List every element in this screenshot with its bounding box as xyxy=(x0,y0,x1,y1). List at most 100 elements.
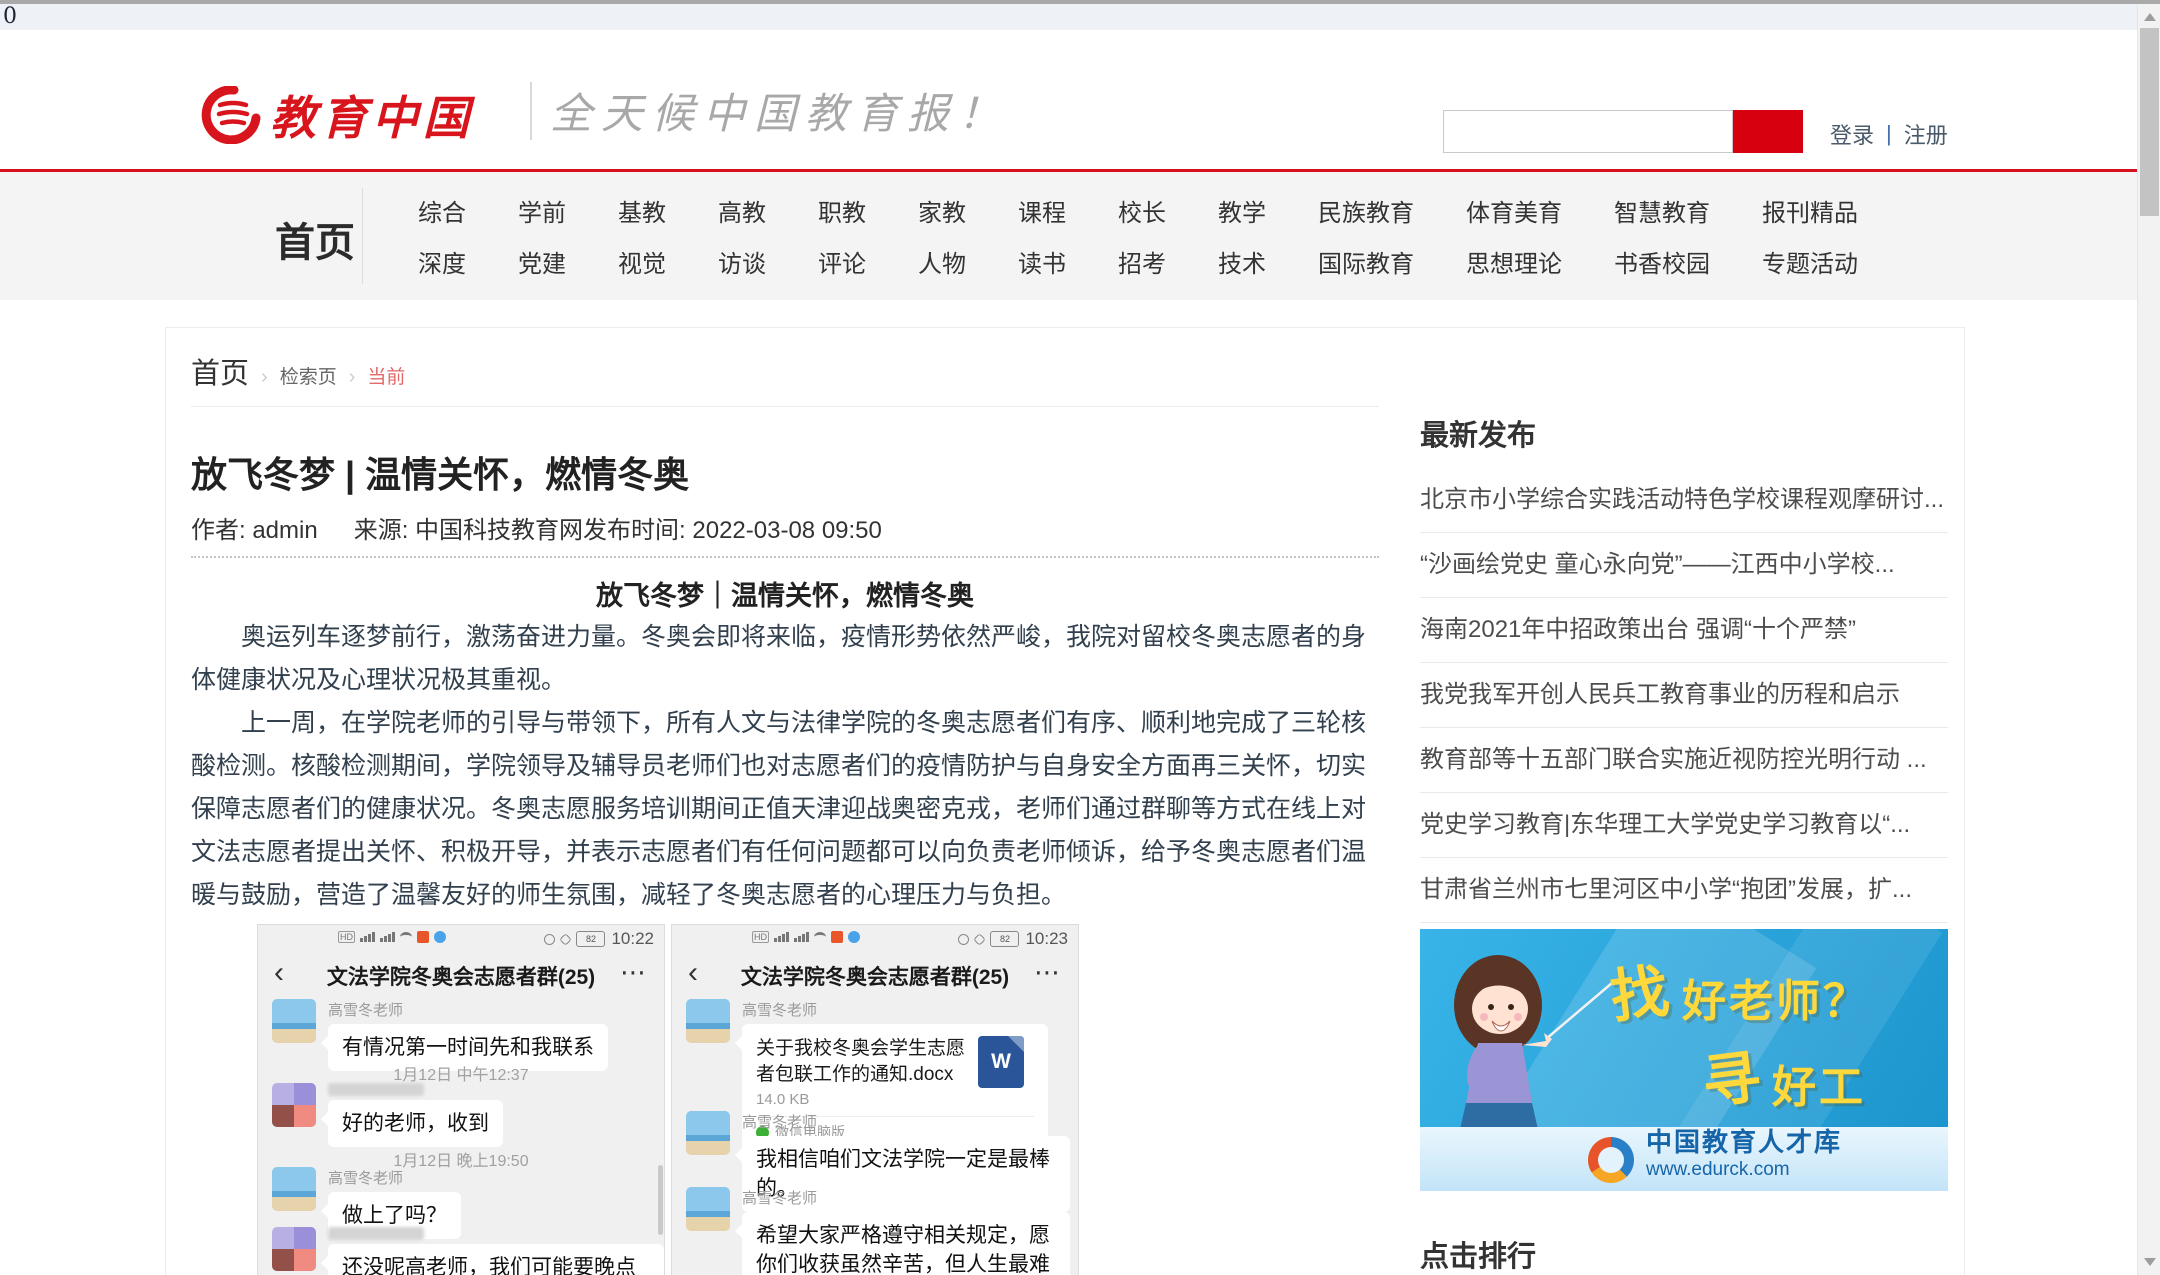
nav-col: 智慧教育书香校园 xyxy=(1588,193,1736,279)
avatar xyxy=(272,1167,316,1211)
list-item[interactable]: 教育部等十五部门联合实施近视防控光明行动 ... xyxy=(1420,728,1948,793)
scrollbar-thumb[interactable] xyxy=(2140,28,2159,216)
eye-protect-icon xyxy=(544,934,555,945)
site-logo[interactable]: 教育中国 xyxy=(198,82,474,148)
brand-name: 中国教育人才库 xyxy=(1646,1122,1842,1159)
brand-url: www.edurck.com xyxy=(1646,1159,1842,1181)
article-heading: 放飞冬梦｜温情关怀，燃情冬奥 xyxy=(191,574,1379,613)
nav-link-fangtan[interactable]: 访谈 xyxy=(718,244,766,279)
breadcrumb-search-page[interactable]: 检索页 xyxy=(280,362,337,389)
avatar xyxy=(272,1083,316,1127)
article-source: 来源: 中国科技教育网 xyxy=(354,517,583,544)
nav-divider xyxy=(362,188,363,284)
signal-bars-icon xyxy=(774,932,789,942)
site-slogan: 全天候中国教育报！ xyxy=(550,80,1009,141)
nav-link-kecheng[interactable]: 课程 xyxy=(1018,193,1066,228)
site-header: 教育中国 全天候中国教育报！ 登录 | 注册 xyxy=(0,30,2160,172)
top-strip: 0 xyxy=(0,4,2160,30)
horizontal-scrollbar[interactable] xyxy=(0,0,2160,4)
nav-link-jiaoxue[interactable]: 教学 xyxy=(1218,193,1266,228)
list-item[interactable]: 北京市小学综合实践活动特色学校课程观摩研讨... xyxy=(1420,468,1948,533)
article-paragraph: 奥运列车逐梦前行，激荡奋进力量。冬奥会即将来临，疫情形势依然严峻，我院对留校冬奥… xyxy=(191,616,1379,702)
nav-link-minzujiaoyu[interactable]: 民族教育 xyxy=(1318,193,1414,228)
nav-col: 职教评论 xyxy=(792,193,892,279)
nav-link-jiajiao[interactable]: 家教 xyxy=(918,193,966,228)
search-button[interactable] xyxy=(1733,110,1803,153)
nav-link-zhuantihuodong[interactable]: 专题活动 xyxy=(1762,244,1858,279)
scroll-down-arrow[interactable] xyxy=(2138,1249,2160,1275)
search-input[interactable] xyxy=(1443,110,1733,153)
avatar xyxy=(272,1227,316,1271)
file-name: 关于我校冬奥会学生志愿者包联工作的通知.docx xyxy=(756,1036,968,1088)
hd-indicator: HD xyxy=(338,931,355,943)
file-size: 14.0 KB xyxy=(756,1091,968,1108)
nav-link-dushu[interactable]: 读书 xyxy=(1018,244,1066,279)
app-badge-icon xyxy=(831,931,843,943)
nav-link-zhijiao[interactable]: 职教 xyxy=(818,193,866,228)
main-nav: 首页 综合深度 学前党建 基教视觉 高教访谈 职教评论 家教人物 课程读书 校长… xyxy=(0,172,2160,300)
list-item[interactable]: “沙画绘党史 童心永向党”——江西中小学校... xyxy=(1420,533,1948,598)
more-icon[interactable]: ⋯ xyxy=(620,957,648,988)
sender-name: 高雪冬老师 xyxy=(328,1167,461,1188)
list-item[interactable]: 甘肃省兰州市七里河区中小学“抱团”发展，扩... xyxy=(1420,858,1948,923)
nav-link-dangjian[interactable]: 党建 xyxy=(518,244,566,279)
nav-link-zhaokao[interactable]: 招考 xyxy=(1118,244,1166,279)
article-pubtime: 发布时间: 2022-03-08 09:50 xyxy=(583,517,882,544)
nav-link-renwu[interactable]: 人物 xyxy=(918,244,966,279)
blurred-sender-name xyxy=(328,1083,424,1096)
nav-col: 学前党建 xyxy=(492,193,592,279)
chat-message: 高雪冬老师 希望大家严格遵守相关规定，愿你们收获虽然辛苦，但人生最难忘的一段经历… xyxy=(686,1187,1070,1275)
nav-link-gaojiao[interactable]: 高教 xyxy=(718,193,766,228)
nav-link-jijiao[interactable]: 基教 xyxy=(618,193,666,228)
wechat-screenshot-left: HD 82 10:22 ‹ 文法学院冬奥会志愿者群(25) ⋯ xyxy=(257,924,665,1275)
nav-link-shendu[interactable]: 深度 xyxy=(418,244,466,279)
vertical-scrollbar[interactable] xyxy=(2137,0,2160,1275)
list-item[interactable]: 海南2021年中招政策出台 强调“十个严禁” xyxy=(1420,598,1948,663)
nav-col: 高教访谈 xyxy=(692,193,792,279)
nav-link-tiyumeiyu[interactable]: 体育美育 xyxy=(1466,193,1562,228)
word-doc-icon: W xyxy=(978,1036,1024,1088)
sender-name: 高雪冬老师 xyxy=(742,1111,1070,1132)
nav-link-xueqian[interactable]: 学前 xyxy=(518,193,566,228)
wifi-icon xyxy=(400,932,412,942)
nav-link-guojijiaoyu[interactable]: 国际教育 xyxy=(1318,244,1414,279)
nav-link-pinglun[interactable]: 评论 xyxy=(818,244,866,279)
nav-col: 民族教育国际教育 xyxy=(1292,193,1440,279)
nav-link-zhihuijiaoyu[interactable]: 智慧教育 xyxy=(1614,193,1710,228)
nav-link-zonghe[interactable]: 综合 xyxy=(418,193,466,228)
nav-link-jishu[interactable]: 技术 xyxy=(1218,244,1266,279)
nav-col: 综合深度 xyxy=(392,193,492,279)
nav-col: 校长招考 xyxy=(1092,193,1192,279)
ad-banner[interactable]: 找 好老师？ 寻 好工作？ 中国教育人才库 www.edurck.com xyxy=(1420,929,1948,1191)
nav-link-shijue[interactable]: 视觉 xyxy=(618,244,666,279)
chat-header: ‹ 文法学院冬奥会志愿者群(25) ⋯ xyxy=(672,955,1078,995)
breadcrumb-current: 当前 xyxy=(367,362,405,389)
nav-col: 教学技术 xyxy=(1192,193,1292,279)
chat-message: 好的老师，收到 xyxy=(272,1083,503,1147)
nav-link-baokanjingpin[interactable]: 报刊精品 xyxy=(1762,193,1858,228)
nav-link-xiaozhang[interactable]: 校长 xyxy=(1118,193,1166,228)
message-bubble: 还没呢高老师，我们可能要晚点估计得九点了 xyxy=(328,1244,664,1275)
nfc-icon xyxy=(560,933,573,946)
article-author: 作者: admin xyxy=(191,517,318,544)
chat-scrollbar[interactable] xyxy=(658,1165,663,1235)
breadcrumb-home[interactable]: 首页 xyxy=(191,350,249,392)
signal-bars-icon xyxy=(794,932,809,942)
article-title: 放飞冬梦 | 温情关怀，燃情冬奥 xyxy=(191,446,1379,498)
nav-columns: 综合深度 学前党建 基教视觉 高教访谈 职教评论 家教人物 课程读书 校长招考 … xyxy=(392,172,1884,300)
more-icon[interactable]: ⋯ xyxy=(1034,957,1062,988)
banner-text-big2: 寻 xyxy=(1697,1030,1765,1120)
latest-posts-list: 北京市小学综合实践活动特色学校课程观摩研讨... “沙画绘党史 童心永向党”——… xyxy=(1420,468,1948,923)
register-link[interactable]: 注册 xyxy=(1904,118,1948,150)
list-item[interactable]: 党史学习教育|东华理工大学党史学习教育以“... xyxy=(1420,793,1948,858)
nav-link-sixianglilun[interactable]: 思想理论 xyxy=(1466,244,1562,279)
weather-icon xyxy=(848,931,860,943)
chat-timestamp: 1月12日 中午12:37 xyxy=(258,1061,664,1085)
nav-home[interactable]: 首页 xyxy=(275,210,355,268)
phone-status-bar: HD 82 10:22 xyxy=(258,925,664,955)
list-item[interactable]: 我党我军开创人民兵工教育事业的历程和启示 xyxy=(1420,663,1948,728)
banner-brand: 中国教育人才库 www.edurck.com xyxy=(1646,1122,1842,1181)
nav-link-shuxiangxiaoyuan[interactable]: 书香校园 xyxy=(1614,244,1710,279)
scroll-up-arrow[interactable] xyxy=(2138,4,2160,30)
login-link[interactable]: 登录 xyxy=(1830,118,1874,150)
